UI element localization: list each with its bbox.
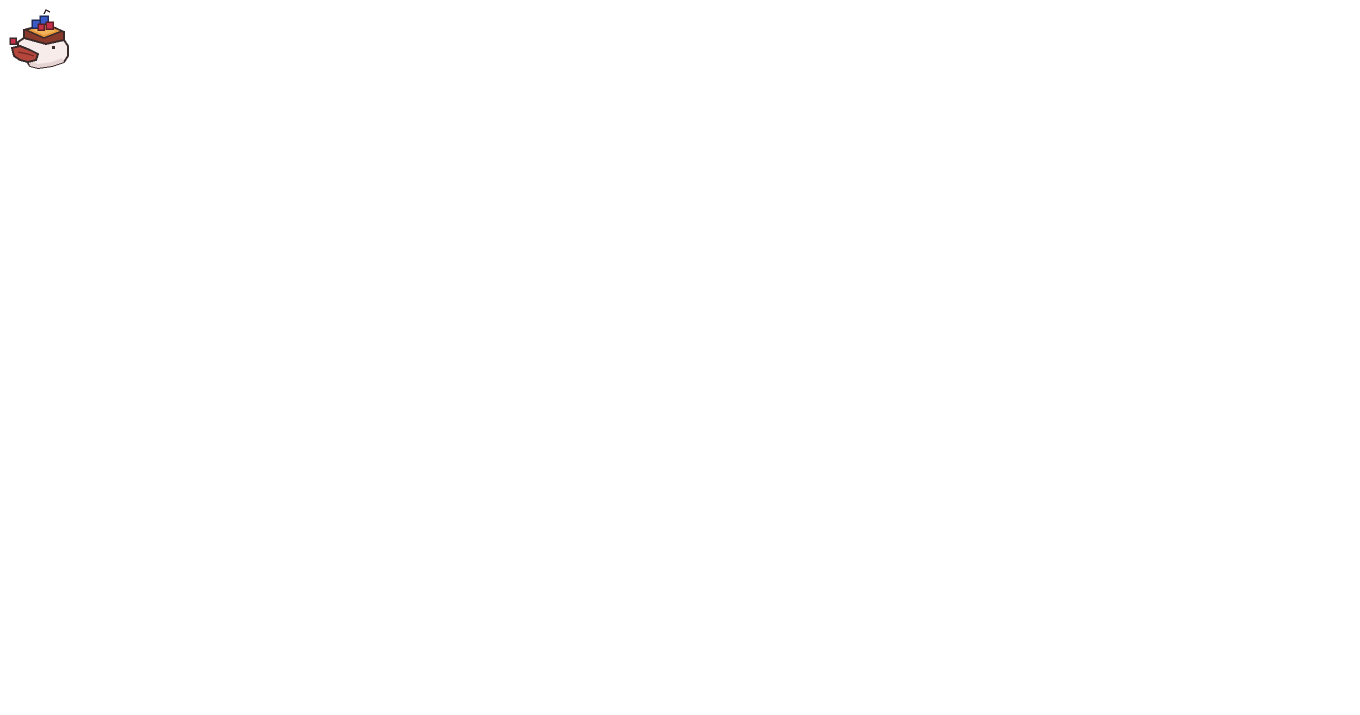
- mascot-sprite[interactable]: [8, 8, 72, 72]
- page-canvas: [0, 0, 1360, 715]
- pixel-toast-creature-icon: [9, 8, 69, 70]
